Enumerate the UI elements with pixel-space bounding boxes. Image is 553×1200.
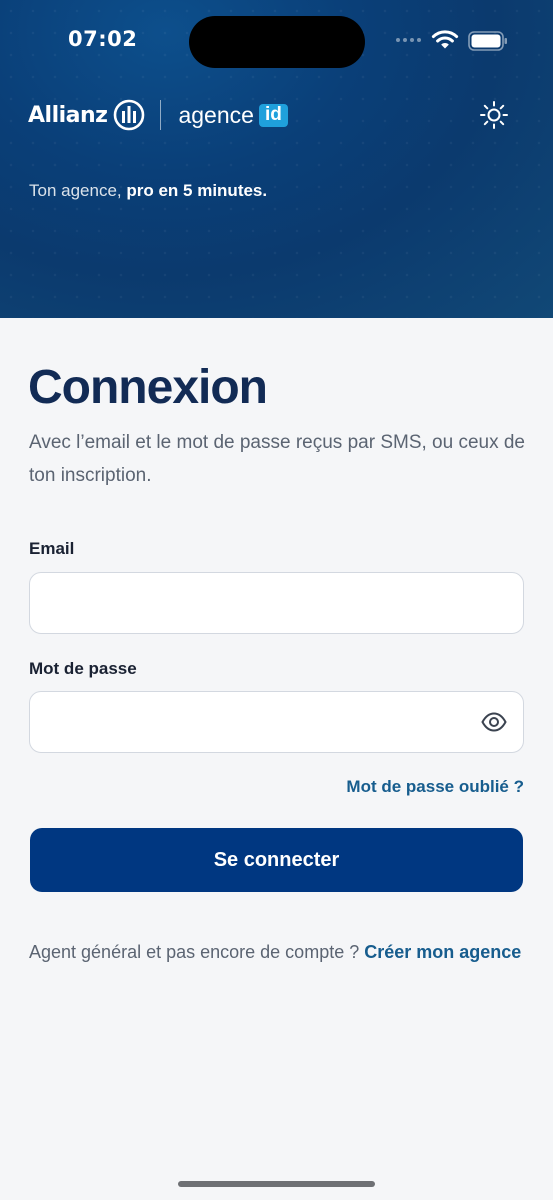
- login-button[interactable]: Se connecter: [30, 828, 523, 892]
- email-label: Email: [29, 539, 75, 558]
- sun-icon[interactable]: [478, 99, 510, 131]
- create-agency-link[interactable]: Créer mon agence: [364, 942, 521, 962]
- eye-icon[interactable]: [481, 711, 507, 733]
- forgot-password-link[interactable]: Mot de passe oublié ?: [346, 777, 524, 797]
- signup-prompt-block: Agent général et pas encore de compte ? …: [29, 938, 529, 967]
- email-field[interactable]: [30, 573, 523, 633]
- status-bar: 07:02: [0, 0, 553, 84]
- email-field-wrapper: [29, 572, 524, 634]
- brand-divider: [160, 100, 162, 130]
- signup-prompt: Agent général et pas encore de compte ?: [29, 942, 365, 962]
- battery-icon: [468, 31, 507, 51]
- password-label: Mot de passe: [29, 659, 137, 678]
- product-badge: id: [258, 103, 288, 127]
- signal-icon: [396, 38, 421, 42]
- password-field[interactable]: [30, 692, 523, 752]
- password-field-wrapper: [29, 691, 524, 753]
- status-time: 07:02: [68, 27, 138, 51]
- product-name: agence: [178, 101, 254, 128]
- tagline-prefix: Ton agence,: [29, 181, 127, 200]
- brand-logo: Allianz agence id: [28, 97, 288, 133]
- tagline: Ton agence, pro en 5 minutes.: [29, 181, 267, 201]
- tagline-bold: pro en 5 minutes.: [126, 181, 268, 200]
- page-title: Connexion: [28, 361, 268, 414]
- dynamic-island: [189, 16, 365, 68]
- home-indicator: [178, 1181, 375, 1187]
- page-subtitle: Avec l’email et le mot de passe reçus pa…: [29, 432, 526, 486]
- allianz-eagle-icon: [114, 99, 145, 131]
- brand-name: Allianz: [28, 102, 108, 128]
- wifi-icon: [431, 30, 459, 49]
